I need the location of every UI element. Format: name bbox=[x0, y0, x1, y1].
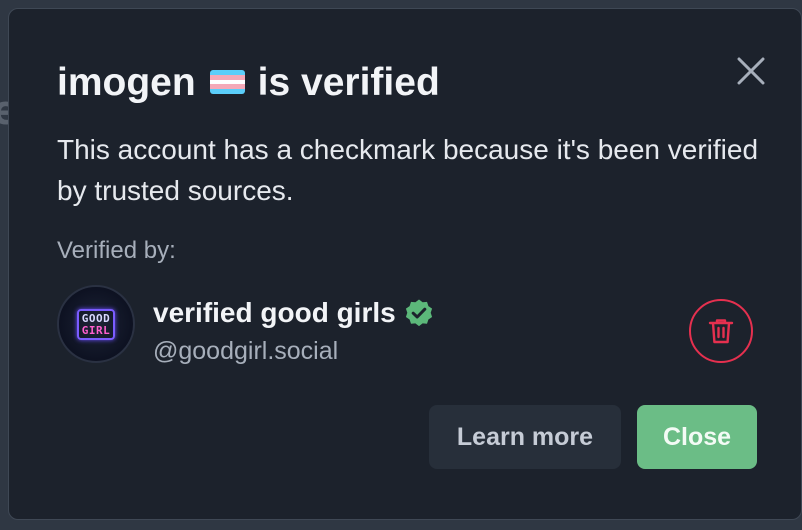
verifier-row: GOOD GIRL verified good girls @goodgirl.… bbox=[57, 285, 769, 365]
close-icon bbox=[737, 57, 765, 85]
verifier-avatar[interactable]: GOOD GIRL bbox=[57, 285, 135, 363]
verification-dialog: imogen is verified This account has a ch… bbox=[8, 8, 802, 520]
verifier-name[interactable]: verified good girls bbox=[153, 297, 434, 329]
remove-verifier-button[interactable] bbox=[689, 299, 753, 363]
avatar-logo-top: GOOD bbox=[81, 311, 111, 325]
title-account-name: imogen bbox=[57, 61, 196, 104]
title-suffix: is verified bbox=[257, 61, 440, 104]
good-girl-logo: GOOD GIRL bbox=[76, 308, 116, 340]
verifier-handle[interactable]: @goodgirl.social bbox=[153, 337, 338, 366]
verified-by-label: Verified by: bbox=[57, 237, 176, 264]
dialog-description: This account has a checkmark because it'… bbox=[57, 134, 759, 206]
verified-check-badge-icon bbox=[405, 299, 432, 327]
trash-icon bbox=[708, 319, 734, 344]
learn-more-button[interactable]: Learn more bbox=[429, 405, 621, 469]
close-icon-button[interactable] bbox=[733, 53, 769, 89]
verifier-name-text: verified good girls bbox=[153, 297, 396, 328]
avatar-logo-bottom: GIRL bbox=[81, 323, 111, 337]
close-button[interactable]: Close bbox=[637, 405, 757, 469]
dialog-title: imogen is verified bbox=[57, 61, 440, 105]
transgender-flag-icon bbox=[209, 70, 245, 94]
